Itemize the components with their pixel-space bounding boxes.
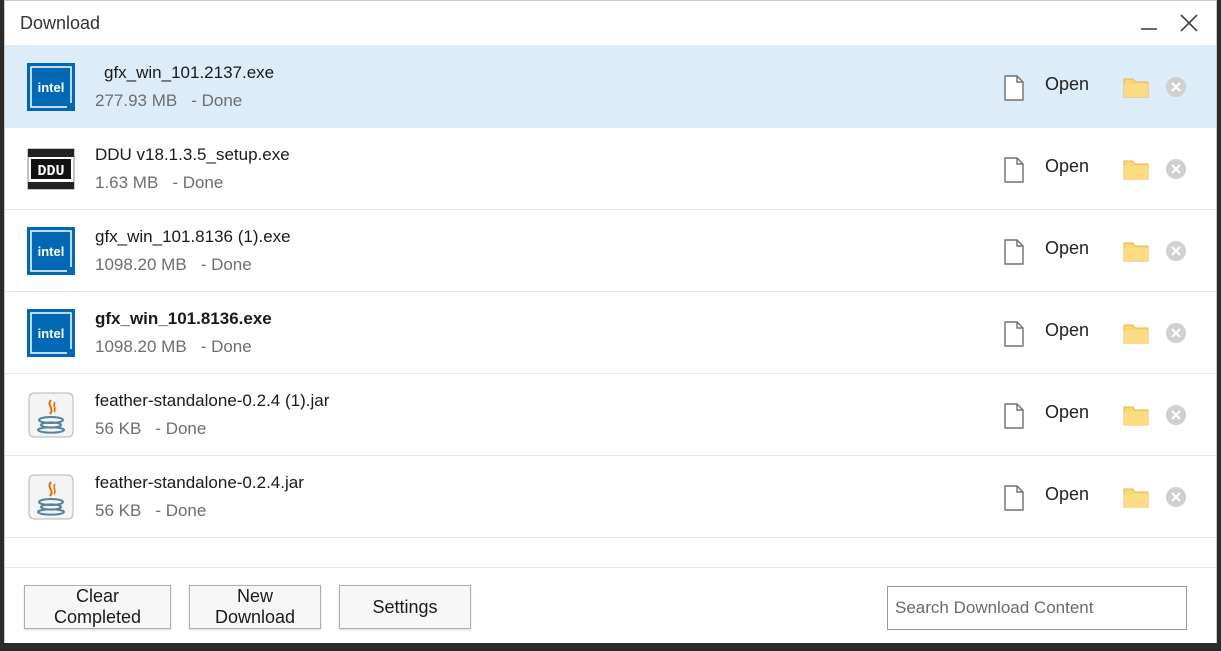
close-button[interactable]	[1172, 7, 1206, 39]
download-info: feather-standalone-0.2.4.jar 56 KB - Done	[95, 470, 304, 524]
intel-icon: intel	[27, 309, 75, 357]
download-status: - Done	[200, 337, 252, 356]
file-document-icon[interactable]	[1002, 321, 1026, 347]
download-row[interactable]: intel gfx_win_101.2137.exe 277.93 MB - Done…	[5, 46, 1216, 128]
footer-bar: Clear Completed New Download Settings	[5, 567, 1216, 645]
title-bar: Download	[5, 1, 1216, 46]
file-meta: 56 KB - Done	[95, 416, 329, 442]
minimize-icon	[1141, 28, 1157, 30]
download-window: Download intel gfx_win_101.2137.exe 277.93…	[4, 0, 1217, 645]
file-meta: 1098.20 MB - Done	[95, 252, 291, 278]
file-name: feather-standalone-0.2.4.jar	[95, 473, 304, 492]
download-status: - Done	[155, 419, 207, 438]
file-name: gfx_win_101.8136 (1).exe	[95, 227, 291, 246]
download-info: gfx_win_101.2137.exe 277.93 MB - Done	[95, 60, 274, 114]
file-size: 56 KB	[95, 419, 142, 438]
close-icon	[1180, 14, 1198, 32]
new-download-button[interactable]: New Download	[189, 585, 321, 629]
svg-text:intel: intel	[38, 326, 65, 341]
clear-completed-button[interactable]: Clear Completed	[24, 585, 171, 629]
minimize-button[interactable]	[1132, 7, 1166, 39]
download-status: - Done	[172, 173, 224, 192]
svg-text:intel: intel	[38, 244, 65, 259]
file-meta: 1098.20 MB - Done	[95, 334, 272, 360]
remove-download-icon[interactable]	[1165, 76, 1187, 98]
file-size: 1098.20 MB	[95, 255, 187, 274]
file-size: 56 KB	[95, 501, 142, 520]
remove-download-icon[interactable]	[1165, 486, 1187, 508]
search-download-input[interactable]	[887, 586, 1187, 630]
file-size: 1.63 MB	[95, 173, 159, 192]
ddu-icon: DDU	[27, 145, 75, 193]
file-document-icon[interactable]	[1002, 75, 1026, 101]
open-folder-icon[interactable]	[1123, 76, 1149, 98]
download-info: DDU v18.1.3.5_setup.exe 1.63 MB - Done	[95, 142, 290, 196]
open-folder-icon[interactable]	[1123, 486, 1149, 508]
remove-download-icon[interactable]	[1165, 240, 1187, 262]
open-folder-icon[interactable]	[1123, 240, 1149, 262]
svg-text:DDU: DDU	[37, 163, 64, 180]
download-info: feather-standalone-0.2.4 (1).jar 56 KB - D…	[95, 388, 329, 442]
file-size: 1098.20 MB	[95, 337, 187, 356]
file-name: DDU v18.1.3.5_setup.exe	[95, 145, 290, 164]
taskbar-strip	[0, 643, 1221, 651]
file-document-icon[interactable]	[1002, 403, 1026, 429]
open-file-button[interactable]: Open	[1045, 74, 1089, 95]
download-status: - Done	[191, 91, 243, 110]
download-row[interactable]: feather-standalone-0.2.4 (1).jar 56 KB - D…	[5, 374, 1216, 456]
open-file-button[interactable]: Open	[1045, 402, 1089, 423]
download-status: - Done	[155, 501, 207, 520]
file-name: feather-standalone-0.2.4 (1).jar	[95, 391, 330, 410]
file-document-icon[interactable]	[1002, 157, 1026, 183]
file-name: gfx_win_101.2137.exe	[104, 63, 275, 82]
open-file-button[interactable]: Open	[1045, 156, 1089, 177]
file-meta: 56 KB - Done	[95, 498, 304, 524]
download-row[interactable]: intel gfx_win_101.8136.exe 1098.20 MB - Don…	[5, 292, 1216, 374]
remove-download-icon[interactable]	[1165, 322, 1187, 344]
open-file-button[interactable]: Open	[1045, 320, 1089, 341]
file-meta: 277.93 MB - Done	[95, 88, 274, 114]
file-document-icon[interactable]	[1002, 239, 1026, 265]
open-file-button[interactable]: Open	[1045, 238, 1089, 259]
window-title: Download	[20, 12, 101, 33]
open-file-button[interactable]: Open	[1045, 484, 1089, 505]
remove-download-icon[interactable]	[1165, 158, 1187, 180]
open-folder-icon[interactable]	[1123, 322, 1149, 344]
file-size: 277.93 MB	[95, 91, 178, 110]
open-folder-icon[interactable]	[1123, 404, 1149, 426]
java-icon	[27, 473, 75, 521]
remove-download-icon[interactable]	[1165, 404, 1187, 426]
download-row[interactable]: feather-standalone-0.2.4.jar 56 KB - Done O…	[5, 456, 1216, 538]
file-document-icon[interactable]	[1002, 485, 1026, 511]
svg-text:intel: intel	[38, 80, 65, 95]
download-row[interactable]: DDU DDU v18.1.3.5_setup.exe 1.63 MB - Done O…	[5, 128, 1216, 210]
download-info: gfx_win_101.8136.exe 1098.20 MB - Done	[95, 306, 272, 360]
download-info: gfx_win_101.8136 (1).exe 1098.20 MB - Done	[95, 224, 291, 278]
download-row[interactable]: intel gfx_win_101.8136 (1).exe 1098.20 MB -…	[5, 210, 1216, 292]
settings-button[interactable]: Settings	[339, 585, 471, 629]
open-folder-icon[interactable]	[1123, 158, 1149, 180]
intel-icon: intel	[27, 227, 75, 275]
file-name: gfx_win_101.8136.exe	[95, 309, 272, 328]
intel-icon: intel	[27, 63, 75, 111]
file-meta: 1.63 MB - Done	[95, 170, 290, 196]
java-icon	[27, 391, 75, 439]
download-list: intel gfx_win_101.2137.exe 277.93 MB - Done…	[5, 46, 1216, 538]
download-status: - Done	[200, 255, 252, 274]
